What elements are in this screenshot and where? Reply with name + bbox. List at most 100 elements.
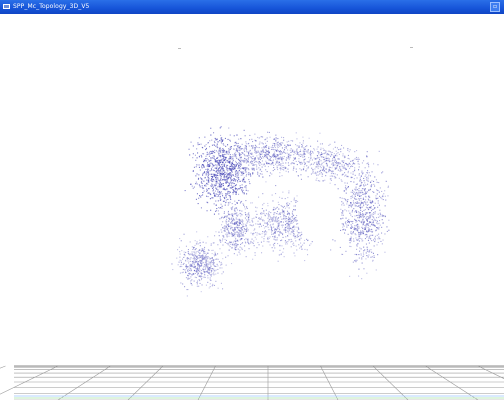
cloud-point xyxy=(333,153,335,155)
cloud-point xyxy=(257,171,259,173)
window-titlebar[interactable]: SPP_Mc_Topology_3D_V5 ▫ xyxy=(0,0,504,14)
cloud-point xyxy=(319,170,321,172)
cloud-point xyxy=(220,229,222,231)
cloud-point xyxy=(193,265,195,267)
cloud-point xyxy=(210,243,212,245)
cloud-point xyxy=(192,153,194,155)
cloud-point xyxy=(368,228,370,230)
cloud-point xyxy=(180,265,182,267)
cloud-point xyxy=(236,234,238,236)
cloud-point xyxy=(266,150,268,152)
cloud-point xyxy=(236,224,238,226)
cloud-point xyxy=(228,213,230,215)
cloud-point xyxy=(272,200,274,202)
cloud-point xyxy=(227,185,229,187)
cloud-point xyxy=(196,157,198,159)
cloud-point xyxy=(261,212,263,214)
cloud-point xyxy=(201,167,203,169)
cloud-point xyxy=(327,150,329,152)
cloud-point xyxy=(342,173,344,175)
cloud-point xyxy=(323,156,325,158)
cloud-point xyxy=(231,187,233,189)
cloud-point xyxy=(216,157,218,159)
cloud-point xyxy=(215,179,217,181)
cloud-point xyxy=(229,139,231,141)
cloud-point xyxy=(297,226,299,228)
cloud-point xyxy=(285,243,287,245)
cloud-point xyxy=(279,221,281,223)
cloud-point xyxy=(224,241,226,243)
cloud-point xyxy=(236,246,238,248)
cloud-point xyxy=(292,221,294,223)
cloud-point xyxy=(234,175,236,177)
cloud-point xyxy=(215,269,217,271)
cloud-point xyxy=(299,247,301,249)
3d-viewport[interactable] xyxy=(0,14,504,400)
cloud-point xyxy=(232,189,234,191)
cloud-point xyxy=(267,202,269,204)
cloud-point xyxy=(270,226,272,228)
cloud-point xyxy=(199,282,201,284)
cloud-point xyxy=(293,151,295,153)
cloud-point xyxy=(204,254,206,256)
cloud-point xyxy=(207,252,209,254)
cloud-point xyxy=(338,177,340,179)
cloud-point xyxy=(210,175,212,177)
cloud-point xyxy=(220,152,222,154)
cloud-point xyxy=(258,163,260,165)
cloud-point xyxy=(247,143,249,145)
cloud-point xyxy=(238,236,240,238)
cloud-point xyxy=(229,246,231,248)
cloud-point xyxy=(325,163,327,165)
cloud-point xyxy=(281,168,283,170)
cloud-point xyxy=(251,220,253,222)
cloud-point xyxy=(312,171,314,173)
cloud-point xyxy=(216,188,218,190)
app-icon[interactable] xyxy=(3,4,10,9)
cloud-point xyxy=(196,231,198,233)
cloud-point xyxy=(256,161,258,163)
cloud-point xyxy=(218,153,220,155)
cloud-point xyxy=(323,170,325,172)
cloud-point xyxy=(220,183,222,185)
cloud-point xyxy=(352,173,354,175)
cloud-point xyxy=(352,193,354,195)
cloud-point xyxy=(232,216,234,218)
cloud-point xyxy=(230,165,232,167)
cloud-point xyxy=(213,132,215,134)
cloud-point xyxy=(251,153,253,155)
cloud-point xyxy=(199,186,201,188)
cloud-point xyxy=(253,167,255,169)
cloud-point xyxy=(247,229,249,231)
cloud-point xyxy=(378,150,380,152)
cloud-point xyxy=(207,281,209,283)
cloud-point xyxy=(222,143,224,145)
cloud-point xyxy=(354,211,356,213)
cloud-point xyxy=(245,141,247,143)
cloud-point xyxy=(214,235,216,237)
cloud-point xyxy=(349,238,351,240)
cloud-point xyxy=(261,252,263,254)
cloud-point xyxy=(288,239,290,241)
cloud-point xyxy=(367,216,369,218)
cloud-point xyxy=(374,241,376,243)
cloud-point xyxy=(347,224,349,226)
cloud-point xyxy=(350,224,352,226)
cloud-point xyxy=(192,145,194,147)
restore-icon[interactable]: ▫ xyxy=(490,2,500,12)
cloud-point xyxy=(234,221,236,223)
cloud-point xyxy=(358,169,360,171)
cloud-point xyxy=(236,243,238,245)
cloud-point xyxy=(252,224,254,226)
cloud-point xyxy=(225,256,227,258)
cloud-point xyxy=(208,152,210,154)
cloud-point xyxy=(344,232,346,234)
cloud-point xyxy=(356,211,358,213)
cloud-point xyxy=(203,258,205,260)
cloud-point xyxy=(350,172,352,174)
cloud-point xyxy=(219,140,221,142)
cloud-point xyxy=(346,203,348,205)
cloud-point xyxy=(239,168,241,170)
cloud-point xyxy=(231,227,233,229)
cloud-point xyxy=(188,267,190,269)
